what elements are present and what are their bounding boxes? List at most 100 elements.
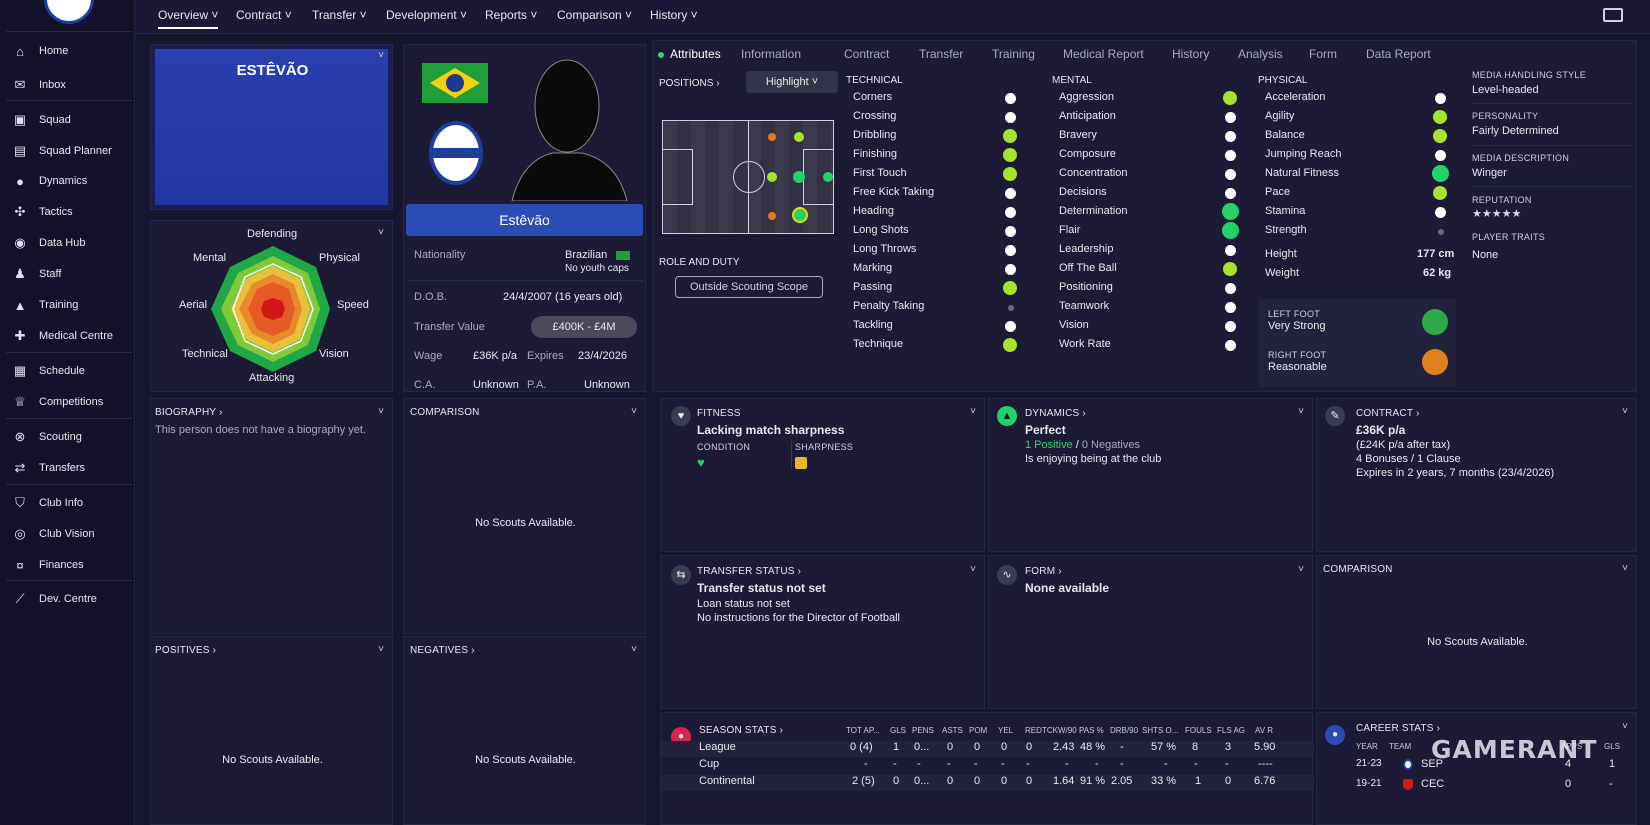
head-icon: ● (16, 173, 24, 189)
attr-work-rate: Work Rate (1059, 338, 1111, 350)
season-stats-header: TOT AP... GLS PENS ASTS POM YEL RED TCKW… (846, 726, 1274, 735)
career-year-header: YEAR (1356, 742, 1378, 751)
career-stats-title[interactable]: CAREER STATS › (1356, 723, 1440, 734)
fitness-panel: ♥ FITNESS ˅ Lacking match sharpness COND… (660, 398, 985, 552)
sidebar-item-schedule[interactable]: ▦ Schedule (0, 358, 133, 384)
brazil-flag-small-icon (616, 251, 630, 260)
attr-pace: Pace (1265, 186, 1291, 198)
tab-attributes[interactable]: Attributes (670, 47, 721, 61)
tab-analysis[interactable]: Analysis (1238, 47, 1283, 61)
sidebar-item-transfers[interactable]: ⇄ Transfers (0, 455, 133, 481)
career-team-header: TEAM (1389, 742, 1412, 751)
form-title[interactable]: FORM › (1025, 566, 1062, 577)
chevron-down-icon[interactable]: ˅ (631, 644, 637, 655)
radar-label-technical: Technical (182, 348, 228, 360)
attr-natural-fitness: Natural Fitness (1265, 167, 1339, 179)
biography-title[interactable]: BIOGRAPHY › (155, 407, 223, 418)
sidebar-item-club-vision[interactable]: ◎ Club Vision (0, 521, 133, 547)
position-dot-natural (792, 207, 808, 223)
chevron-down-icon[interactable]: ˅ (1622, 406, 1628, 417)
tab-overview[interactable]: Overview ˅ (158, 8, 219, 29)
sidebar-item-data-hub[interactable]: ◉ Data Hub (0, 230, 133, 256)
contract-expiry: Expires in 2 years, 7 months (23/4/2026) (1356, 467, 1555, 479)
contract-title[interactable]: CONTRACT › (1356, 408, 1420, 419)
sidebar-item-dev-centre[interactable]: ⟋ Dev. Centre (0, 586, 133, 612)
sidebar-item-finances[interactable]: ¤ Finances (0, 552, 133, 578)
condition-label: CONDITION (697, 442, 751, 452)
highlight-dropdown[interactable]: Highlight ˅ (746, 71, 838, 93)
sidebar-item-competitions[interactable]: ♕ Competitions (0, 389, 133, 415)
tab-development[interactable]: Development ˅ (386, 8, 467, 22)
data-hub-icon: ◉ (14, 235, 26, 250)
nationality-value: Brazilian (565, 249, 608, 261)
positions-label[interactable]: POSITIONS › (659, 78, 720, 89)
chevron-down-icon[interactable]: ˅ (1622, 721, 1628, 732)
monitor-icon[interactable] (1603, 8, 1623, 22)
sidebar-item-squad[interactable]: ▣ Squad (0, 107, 133, 133)
tab-comparison[interactable]: Comparison ˅ (557, 8, 632, 22)
attr-positioning: Positioning (1059, 281, 1113, 293)
sidebar-item-scouting[interactable]: ⊗ Scouting (0, 424, 133, 450)
club-crest-logo[interactable] (44, 0, 94, 24)
tab-form[interactable]: Form (1309, 47, 1337, 61)
condition-heart-icon: ♥ (697, 455, 705, 470)
tab-contract[interactable]: Contract (844, 47, 889, 61)
chevron-down-icon[interactable]: ˅ (970, 564, 976, 575)
tab-reports[interactable]: Reports ˅ (485, 8, 537, 22)
pa-value: Unknown (584, 379, 630, 391)
height-value: 177 cm (1417, 248, 1455, 260)
tab-contract[interactable]: Contract ˅ (236, 8, 292, 22)
role-duty-label: ROLE AND DUTY (659, 257, 740, 268)
sidebar-item-home[interactable]: ⌂ Home (0, 38, 133, 64)
tab-training[interactable]: Training (992, 47, 1035, 61)
tab-transfer[interactable]: Transfer ˅ (312, 8, 367, 22)
chevron-down-icon[interactable]: ˅ (970, 406, 976, 417)
mental-title: MENTAL (1052, 75, 1092, 86)
position-dot (768, 212, 776, 220)
sidebar-item-tactics[interactable]: ✣ Tactics (0, 199, 133, 225)
sidebar-item-club-info[interactable]: ⛉ Club Info (0, 490, 133, 516)
position-dot (767, 172, 777, 182)
season-stats-row-cup: Cup - - - - - - - - - - - - - ---- (699, 758, 1273, 770)
sidebar-item-dynamics[interactable]: ● Dynamics (0, 168, 133, 194)
transfer-status-title[interactable]: TRANSFER STATUS › (697, 566, 801, 577)
tab-history[interactable]: History (1172, 47, 1209, 61)
personality-value: Fairly Determined (1472, 125, 1559, 137)
binoculars-icon: ⊗ (14, 429, 26, 444)
sidebar-item-squad-planner[interactable]: ▤ Squad Planner (0, 138, 133, 164)
chevron-down-icon[interactable]: ˅ (1298, 406, 1304, 417)
negatives-empty-text: No Scouts Available. (475, 754, 576, 766)
player-banner-panel: ESTÊVÃO ˅ (150, 44, 393, 210)
shield-icon: ⛉ (15, 495, 25, 510)
chevron-down-icon[interactable]: ˅ (378, 406, 384, 417)
attr-crossing: Crossing (853, 110, 897, 122)
chevron-down-icon[interactable]: ˅ (631, 406, 637, 417)
negatives-title[interactable]: NEGATIVES › (410, 645, 475, 656)
outside-scouting-scope-button[interactable]: Outside Scouting Scope (675, 276, 823, 298)
chevron-down-icon[interactable]: ˅ (1298, 564, 1304, 575)
sidebar-item-staff[interactable]: ♟ Staff (0, 261, 133, 287)
tab-transfer[interactable]: Transfer (919, 47, 963, 61)
transfer-value-pill[interactable]: £400K - £4M (531, 316, 637, 338)
attr-flair: Flair (1059, 224, 1081, 236)
chevron-down-icon[interactable]: ˅ (378, 644, 384, 655)
wage-label: Wage (414, 350, 443, 362)
chevron-down-icon[interactable]: ˅ (1622, 563, 1628, 574)
attr-technique: Technique (853, 338, 904, 350)
loan-status: Loan status not set (697, 598, 790, 610)
sidebar-item-inbox[interactable]: ✉ Inbox (0, 72, 133, 98)
sidebar-item-medical-centre[interactable]: ✚ Medical Centre (0, 323, 133, 349)
tab-medical-report[interactable]: Medical Report (1063, 47, 1144, 61)
attr-strength: Strength (1265, 224, 1307, 236)
positives-title[interactable]: POSITIVES › (155, 645, 216, 656)
attr-off-the-ball: Off The Ball (1059, 262, 1117, 274)
coins-icon: ¤ (16, 557, 24, 573)
dynamics-happy-icon: ▲ (997, 406, 1017, 426)
tab-information[interactable]: Information (741, 47, 801, 61)
sidebar-item-training[interactable]: ▲ Training (0, 292, 133, 318)
dynamics-title[interactable]: DYNAMICS › (1025, 408, 1086, 419)
tab-data-report[interactable]: Data Report (1366, 47, 1431, 61)
tab-history[interactable]: History ˅ (650, 8, 698, 22)
season-stats-panel: ● SEASON STATS › TOT AP... GLS PENS ASTS… (660, 712, 1314, 825)
chevron-down-icon[interactable]: ˅ (378, 50, 384, 61)
